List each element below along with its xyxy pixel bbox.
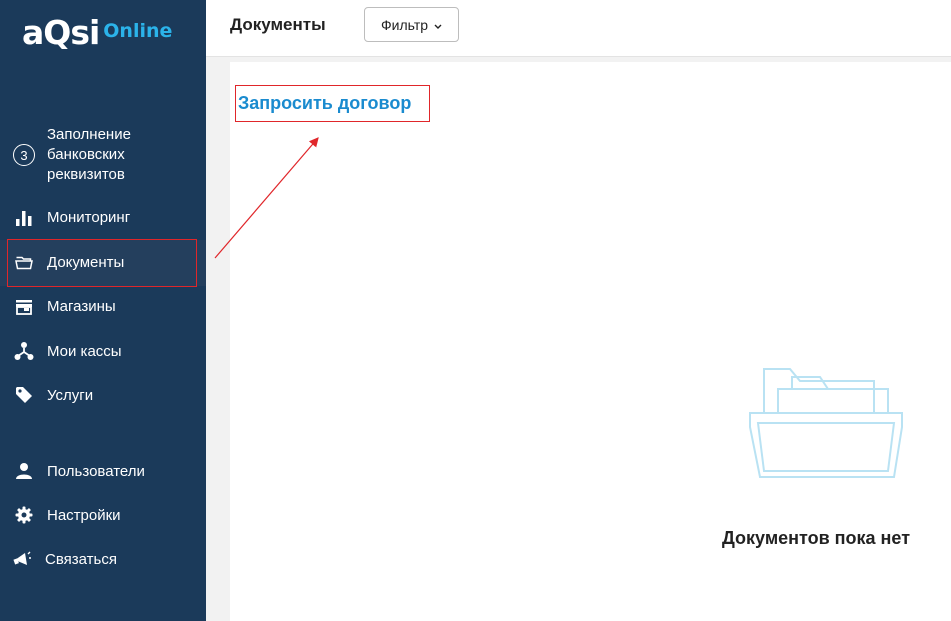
top-bar: Документы Фильтр: [206, 0, 951, 57]
user-icon: [13, 460, 35, 482]
sidebar-item-monitoring[interactable]: Мониторинг: [0, 206, 206, 230]
sidebar-item-cash-registers[interactable]: Мои кассы: [0, 340, 206, 364]
annotation-box-documents: [7, 239, 197, 287]
logo-sub-text: Online: [103, 20, 173, 42]
annotation-box-request-link: [235, 85, 430, 122]
store-icon: [13, 296, 35, 318]
sidebar-item-label: Мои кассы: [47, 343, 122, 360]
step-number: 3: [13, 144, 35, 166]
logo[interactable]: aQsi Online: [22, 12, 172, 52]
chevron-down-icon: [434, 17, 442, 33]
sidebar-item-bank-details[interactable]: 3 Заполнение банковских реквизитов: [0, 124, 206, 186]
sidebar-item-label: Пользователи: [47, 463, 145, 480]
sidebar-item-label: Магазины: [47, 298, 116, 315]
sidebar-item-users[interactable]: Пользователи: [0, 460, 206, 484]
sidebar-item-label: Заполнение банковских реквизитов: [47, 126, 131, 183]
sidebar-item-label: Связаться: [45, 551, 117, 568]
sidebar: aQsi Online 3 Заполнение банковских рекв…: [0, 0, 206, 621]
sidebar-item-contact[interactable]: Связаться: [0, 548, 206, 572]
sidebar-item-label: Настройки: [47, 507, 121, 524]
gear-icon: [13, 504, 35, 526]
page-title: Документы: [230, 15, 326, 34]
sidebar-item-label: Мониторинг: [47, 209, 131, 226]
logo-main-text: aQsi: [22, 12, 100, 52]
filter-button[interactable]: Фильтр: [364, 7, 459, 42]
sidebar-item-settings[interactable]: Настройки: [0, 504, 206, 528]
network-icon: [13, 340, 35, 362]
sidebar-item-label: Услуги: [47, 387, 94, 404]
sidebar-item-shops[interactable]: Магазины: [0, 295, 206, 319]
empty-state-message: Документов пока нет: [722, 528, 911, 548]
sidebar-item-services[interactable]: Услуги: [0, 384, 206, 408]
empty-folder-icon: [748, 367, 904, 484]
documents-panel: Запросить договор Документов пока нет: [230, 62, 951, 621]
step-number-icon: 3: [13, 144, 35, 166]
filter-button-label: Фильтр: [380, 16, 429, 33]
bar-chart-icon: [13, 207, 35, 229]
tag-icon: [13, 384, 35, 406]
megaphone-icon: [11, 548, 33, 570]
